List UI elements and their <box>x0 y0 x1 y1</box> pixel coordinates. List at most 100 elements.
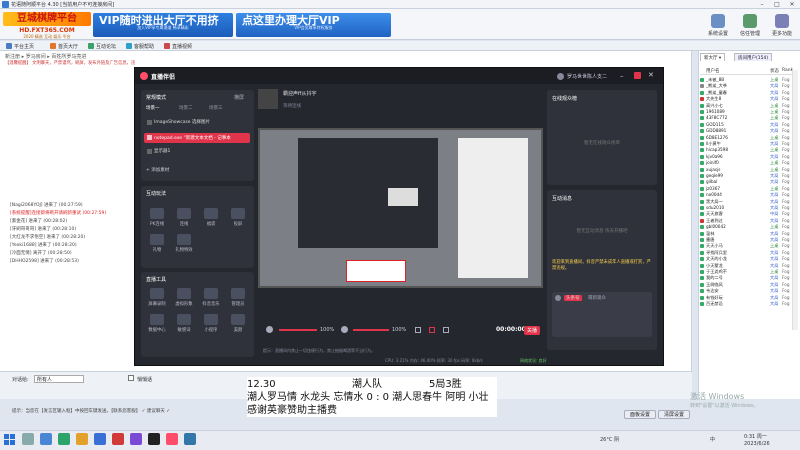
maximize-button[interactable]: □ <box>770 0 784 9</box>
activation-watermark-title: 激活 Windows <box>690 392 745 401</box>
source-item-label: ImageShowcase 选择图片 <box>154 120 211 125</box>
end-live-button[interactable]: 关播 <box>524 326 541 335</box>
user-rank: Fog <box>782 109 790 114</box>
user-name: jz0367 <box>706 185 721 191</box>
site-logo[interactable]: 豆城棋牌平台 HD.FXT365.COM 2020 精选 互动 娱乐 平台 <box>3 12 91 40</box>
nav-video[interactable]: 直播视频 <box>164 43 192 50</box>
close-live-button[interactable]: ✕ <box>648 71 654 79</box>
live-app-taskbar-icon[interactable] <box>166 433 178 445</box>
system-settings-button[interactable]: 系统设置 <box>703 13 733 37</box>
tool-button[interactable]: 抖音音乐 <box>199 288 223 307</box>
tool-label: 管理员 <box>231 302 245 307</box>
tool-button[interactable]: 礼物 <box>145 234 169 253</box>
tab-room-users[interactable]: 房间用户(154) <box>734 53 773 61</box>
source-item[interactable]: 显示器1 <box>146 148 248 156</box>
tab-hall[interactable]: 新大厅 ▾ <box>700 53 726 61</box>
scene-tab-landscape[interactable]: 横屏 <box>234 94 244 101</box>
minimize-button[interactable]: – <box>755 0 769 9</box>
user-rank: Fog <box>782 249 790 255</box>
tool-button[interactable]: 小程序 <box>199 314 223 333</box>
app-taskbar-icon[interactable] <box>184 433 196 445</box>
home-icon <box>6 43 12 49</box>
streamer-sub: 等待连线 <box>283 104 301 109</box>
private-checkbox[interactable] <box>128 375 134 381</box>
scene-tab-3[interactable]: 场景三 <box>209 105 223 111</box>
record-indicator-icon[interactable] <box>634 72 641 79</box>
app-taskbar-icon[interactable] <box>130 433 142 445</box>
mic-volume-slider[interactable] <box>279 329 317 331</box>
col-state: 状态 <box>770 69 779 74</box>
nav-help[interactable]: 客服帮助 <box>126 43 154 50</box>
scene-panel: 常规模式 横屏 场景一 场景二 场景三 ImageShowcase 选择图片 n… <box>141 90 254 181</box>
clear-settings-button[interactable]: 清屏设置 <box>658 410 690 419</box>
user-status-icon <box>700 154 704 159</box>
user-state: 上桌 <box>770 115 779 121</box>
user-name: 天天小马 <box>706 243 723 249</box>
task-view-icon[interactable] <box>40 433 52 445</box>
user-list-scrollbar[interactable] <box>792 70 798 330</box>
tool-button[interactable]: 管理员 <box>226 288 250 307</box>
minimize-live-button[interactable]: – <box>620 72 624 80</box>
vip-banner-right[interactable]: 点这里办理大厅VIP VIP会员尊享特权服务 <box>236 13 391 37</box>
panel-settings-button[interactable]: 面板设置 <box>624 410 656 419</box>
add-source-button[interactable]: + 添加素材 <box>146 167 169 173</box>
folder-icon[interactable] <box>76 433 88 445</box>
browser-icon[interactable] <box>58 433 70 445</box>
search-icon[interactable] <box>22 433 34 445</box>
chat-card: 头条号 萌新观众 <box>552 292 652 337</box>
nav-forum[interactable]: 互动论坛 <box>88 43 116 50</box>
scene-tab-2[interactable]: 场景二 <box>179 105 193 111</box>
tool-button[interactable]: 屏幕录制 <box>145 288 169 307</box>
scene-tab-1[interactable]: 场景一 <box>146 105 160 111</box>
clock-time[interactable]: 0:31 周一 <box>744 433 767 440</box>
user-row[interactable]: 百无禁忌 大局 Fog <box>700 301 797 307</box>
share-icon[interactable] <box>443 327 449 333</box>
speaker-icon[interactable] <box>341 326 348 333</box>
more-features-button[interactable]: 更多功能 <box>767 13 797 37</box>
tool-button[interactable]: 投屏 <box>226 208 250 227</box>
input-language[interactable]: 中 <box>710 436 715 443</box>
user-state: 上桌 <box>770 166 779 172</box>
recipient-select[interactable]: 所有人 <box>34 375 84 383</box>
app-taskbar-icon[interactable] <box>112 433 124 445</box>
tool-button[interactable]: PK连线 <box>145 208 169 227</box>
user-state: 上桌 <box>770 147 779 153</box>
record-icon[interactable] <box>429 327 435 333</box>
chat-line: [大红龙不求悟空] 进来了 (00:28:20) <box>10 235 86 240</box>
trust-manage-button[interactable]: 信任管理 <box>735 13 765 37</box>
tool-button[interactable]: 美颜 <box>226 314 250 333</box>
camera-icon[interactable] <box>415 327 421 333</box>
source-item[interactable]: ImageShowcase 选择图片 <box>146 119 248 127</box>
tool-icon <box>204 208 218 219</box>
tool-button[interactable]: 礼物特效 <box>172 234 196 253</box>
user-state: 大局 <box>770 249 779 255</box>
clock-date[interactable]: 2023/6/26 <box>744 441 770 447</box>
app-taskbar-icon[interactable] <box>148 433 160 445</box>
windows-icon[interactable] <box>4 434 15 445</box>
tool-button[interactable]: 数据中心 <box>145 314 169 333</box>
nav-hall[interactable]: 首页大厅 <box>50 43 78 50</box>
weather-text: 26°C 阴 <box>600 437 619 443</box>
speaker-volume-slider[interactable] <box>353 329 389 331</box>
user-status-icon <box>700 103 704 108</box>
tool-button[interactable]: 虚拟形象 <box>172 288 196 307</box>
tool-button[interactable]: 福袋 <box>199 208 223 227</box>
user-status-icon <box>700 193 704 198</box>
tool-label: 美颜 <box>233 328 243 333</box>
audience-title: 在线观众榜 <box>552 96 578 102</box>
source-item-selected[interactable]: notepad.exe “新建文本文档 - 记事本 <box>144 133 250 143</box>
user-rank: Fog <box>782 102 790 108</box>
preview-canvas[interactable] <box>258 128 543 288</box>
tool-button[interactable]: 敏感词 <box>172 314 196 333</box>
app-taskbar-icon[interactable] <box>94 433 106 445</box>
user-state: 上桌 <box>770 269 779 274</box>
user-name: 寻找阿兵里 <box>706 249 727 255</box>
user-rank: Fog <box>782 281 790 287</box>
nav-home[interactable]: 平台主页 <box>6 43 34 50</box>
help-icon <box>126 43 132 49</box>
close-button[interactable]: ✕ <box>785 0 799 9</box>
mic-icon[interactable] <box>266 326 273 333</box>
vip-banner-left[interactable]: VIP随时进出大厅不用挤 加入VIP享专属通道 畅享精彩 <box>93 13 233 37</box>
tool-button[interactable]: 连线 <box>172 208 196 227</box>
user-avatar[interactable] <box>557 73 564 80</box>
